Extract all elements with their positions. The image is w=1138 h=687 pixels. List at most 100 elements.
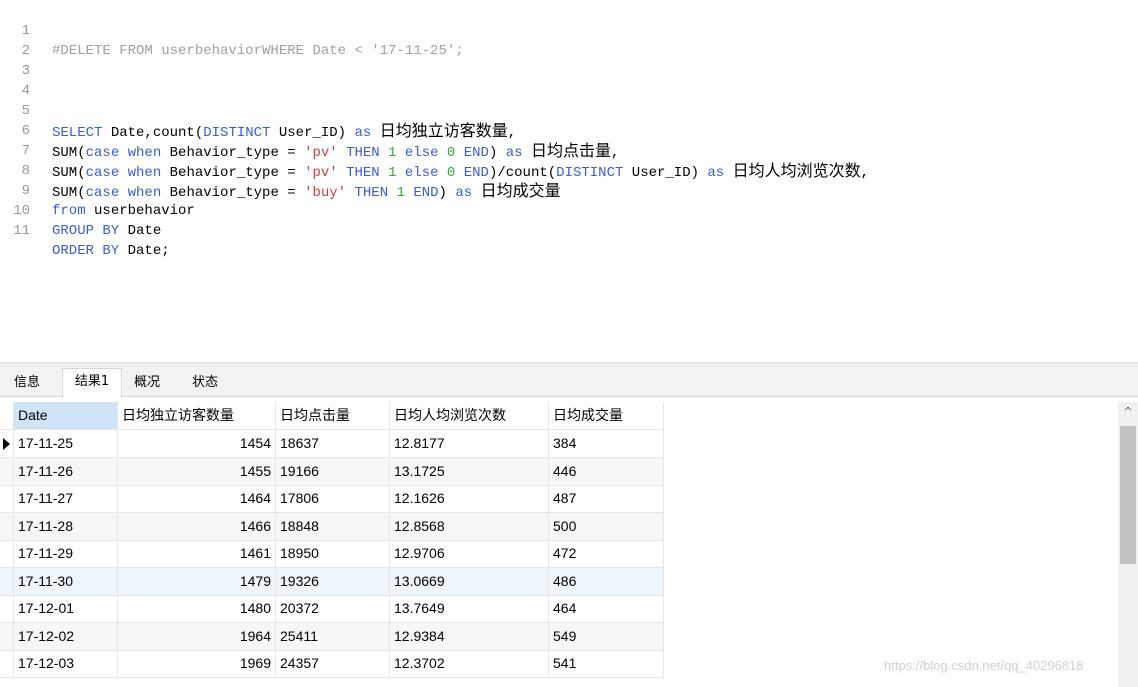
- table-cell[interactable]: 17-12-02: [14, 622, 118, 650]
- table-cell[interactable]: 1455: [118, 457, 276, 485]
- tab-result-1[interactable]: 结果1: [62, 368, 122, 398]
- table-cell[interactable]: 1461: [118, 540, 276, 567]
- code-line: 1 #DELETE FROM userbehaviorWHERE Date < …: [0, 1, 1138, 59]
- sql-keyword: GROUP BY: [52, 223, 120, 239]
- table-cell[interactable]: 18848: [276, 512, 390, 540]
- code-line: 4: [0, 61, 1138, 99]
- table-cell[interactable]: 487: [549, 485, 664, 512]
- table-cell[interactable]: 17806: [276, 485, 390, 512]
- sql-keyword: ORDER BY: [52, 243, 120, 259]
- tab-info[interactable]: 信息: [4, 370, 50, 395]
- table-cell[interactable]: 19326: [276, 567, 390, 595]
- code-line: 3: [0, 41, 1138, 79]
- sql-client-window: 1 #DELETE FROM userbehaviorWHERE Date < …: [0, 0, 1138, 687]
- sql-statement: ORDER BY Date;: [52, 241, 170, 261]
- row-indicator[interactable]: [0, 650, 14, 677]
- row-indicator[interactable]: [0, 485, 14, 512]
- column-header[interactable]: 日均人均浏览次数: [390, 402, 549, 429]
- table-cell[interactable]: 18637: [276, 430, 390, 457]
- scroll-up-arrow-icon[interactable]: ^: [1118, 402, 1138, 422]
- table-cell[interactable]: 17-11-27: [14, 485, 118, 512]
- watermark-text: https://blog.csdn.net/qq_40296818: [884, 658, 1084, 673]
- table-row[interactable]: 17-11-30 1479 19326 13.0669 486: [0, 567, 664, 596]
- result-tabs: 信息 结果1 概况 状态: [0, 367, 1138, 398]
- code-line: 9 from userbehavior: [0, 161, 1138, 219]
- sql-editor[interactable]: 1 #DELETE FROM userbehaviorWHERE Date < …: [0, 0, 1138, 362]
- table-cell[interactable]: 541: [549, 650, 664, 677]
- table-cell[interactable]: 25411: [276, 622, 390, 650]
- table-cell[interactable]: 20372: [276, 595, 390, 622]
- column-header[interactable]: 日均成交量: [549, 402, 664, 429]
- result-grid[interactable]: Date 日均独立访客数量 日均点击量 日均人均浏览次数 日均成交量 17-11…: [0, 402, 1118, 687]
- table-row[interactable]: 17-12-02 1964 25411 12.9384 549: [0, 622, 664, 651]
- table-cell[interactable]: 17-12-01: [14, 595, 118, 622]
- table-cell[interactable]: 549: [549, 622, 664, 650]
- table-row[interactable]: 17-11-28 1466 18848 12.8568 500: [0, 512, 664, 541]
- table-row[interactable]: 17-11-26 1455 19166 13.1725 446: [0, 457, 664, 486]
- sql-text: Date: [119, 223, 162, 239]
- table-cell[interactable]: 19166: [276, 457, 390, 485]
- row-indicator[interactable]: [0, 622, 14, 650]
- table-cell[interactable]: 446: [549, 457, 664, 485]
- row-indicator[interactable]: [0, 457, 14, 485]
- table-cell[interactable]: 17-11-29: [14, 540, 118, 567]
- table-row[interactable]: 17-12-03 1969 24357 12.3702 541: [0, 650, 664, 678]
- table-cell[interactable]: 12.8568: [390, 512, 549, 540]
- row-indicator[interactable]: [0, 567, 14, 595]
- tab-status[interactable]: 状态: [182, 370, 228, 395]
- column-header[interactable]: Date: [14, 402, 118, 429]
- code-line: 5 SELECT Date,count(DISTINCT User_ID) as…: [0, 81, 1138, 141]
- table-cell[interactable]: 18950: [276, 540, 390, 567]
- column-header[interactable]: 日均独立访客数量: [118, 402, 276, 429]
- line-number: 11: [13, 223, 30, 239]
- table-cell[interactable]: 17-12-03: [14, 650, 118, 677]
- code-line: 10 GROUP BY Date: [0, 181, 1138, 239]
- table-cell[interactable]: 17-11-26: [14, 457, 118, 485]
- table-cell[interactable]: 12.3702: [390, 650, 549, 677]
- table-cell[interactable]: 17-11-30: [14, 567, 118, 595]
- table-cell[interactable]: 13.1725: [390, 457, 549, 485]
- scroll-thumb[interactable]: [1120, 426, 1136, 564]
- code-line: 6 SUM(case when Behavior_type = 'pv' THE…: [0, 101, 1138, 161]
- table-cell[interactable]: 24357: [276, 650, 390, 677]
- table-row[interactable]: 17-11-25 1454 18637 12.8177 384: [0, 430, 664, 458]
- row-indicator-header: [0, 402, 14, 429]
- code-line: 2: [0, 21, 1138, 59]
- table-cell[interactable]: 12.8177: [390, 430, 549, 457]
- row-indicator[interactable]: [0, 595, 14, 622]
- vertical-scrollbar[interactable]: ^: [1118, 402, 1138, 687]
- row-indicator[interactable]: [0, 512, 14, 540]
- table-cell[interactable]: 12.9384: [390, 622, 549, 650]
- grid-header-row: Date 日均独立访客数量 日均点击量 日均人均浏览次数 日均成交量: [0, 402, 664, 430]
- table-cell[interactable]: 13.7649: [390, 595, 549, 622]
- table-row[interactable]: 17-11-29 1461 18950 12.9706 472: [0, 540, 664, 568]
- table-cell[interactable]: 472: [549, 540, 664, 567]
- sql-text: Date;: [119, 243, 170, 259]
- sql-statement: GROUP BY Date: [52, 221, 161, 241]
- table-row[interactable]: 17-11-27 1464 17806 12.1626 487: [0, 485, 664, 513]
- table-cell[interactable]: 1466: [118, 512, 276, 540]
- table-cell[interactable]: 500: [549, 512, 664, 540]
- table-cell[interactable]: 1964: [118, 622, 276, 650]
- row-indicator[interactable]: [0, 430, 14, 457]
- table-cell[interactable]: 17-11-25: [14, 430, 118, 457]
- table-cell[interactable]: 13.0669: [390, 567, 549, 595]
- tab-profile[interactable]: 概况: [124, 370, 170, 395]
- table-row[interactable]: 17-12-01 1480 20372 13.7649 464: [0, 595, 664, 623]
- table-cell[interactable]: 1479: [118, 567, 276, 595]
- table-cell[interactable]: 17-11-28: [14, 512, 118, 540]
- column-header[interactable]: 日均点击量: [276, 402, 390, 429]
- table-cell[interactable]: 1464: [118, 485, 276, 512]
- code-line: 11 ORDER BY Date;: [0, 201, 1138, 259]
- table-cell[interactable]: 464: [549, 595, 664, 622]
- table-cell[interactable]: 1969: [118, 650, 276, 677]
- table-cell[interactable]: 486: [549, 567, 664, 595]
- table-cell[interactable]: 1480: [118, 595, 276, 622]
- table-cell[interactable]: 384: [549, 430, 664, 457]
- code-line: 7 SUM(case when Behavior_type = 'pv' THE…: [0, 121, 1138, 181]
- table-cell[interactable]: 12.1626: [390, 485, 549, 512]
- row-indicator[interactable]: [0, 540, 14, 567]
- current-row-arrow-icon: [3, 438, 10, 450]
- table-cell[interactable]: 1454: [118, 430, 276, 457]
- table-cell[interactable]: 12.9706: [390, 540, 549, 567]
